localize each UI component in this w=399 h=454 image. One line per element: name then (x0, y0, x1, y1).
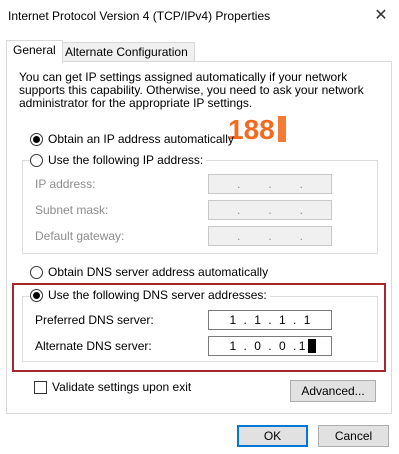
default-gateway-field: ... (208, 226, 332, 246)
validate-settings-label: Validate settings upon exit (52, 380, 192, 394)
obtain-ip-auto-radio[interactable] (30, 132, 43, 146)
description-text: You can get IP settings assigned automat… (19, 70, 364, 110)
watermark-text: 188 (228, 114, 275, 145)
alternate-dns-field[interactable]: 1. 0. 0. 1 (208, 336, 332, 356)
preferred-dns-octet-1: 1 (229, 313, 237, 327)
preferred-dns-octet-2: 1 (254, 313, 261, 327)
obtain-dns-auto-radio[interactable] (30, 265, 43, 279)
use-following-dns-option[interactable]: Use the following DNS server addresses: (30, 288, 270, 302)
subnet-mask-label: Subnet mask: (35, 203, 109, 217)
cancel-button[interactable]: Cancel (318, 425, 389, 447)
close-icon[interactable]: ✕ (369, 4, 393, 26)
ip-address-field: ... (208, 174, 332, 194)
alternate-dns-octet-2: 0 (254, 339, 261, 353)
use-following-dns-radio[interactable] (30, 288, 43, 302)
alternate-dns-octet-4: 1 (298, 339, 306, 353)
validate-settings-option[interactable]: Validate settings upon exit (34, 380, 191, 394)
alternate-dns-octet-3: 0 (279, 339, 286, 353)
preferred-dns-octet-4: 1 (303, 313, 311, 327)
obtain-dns-auto-label: Obtain DNS server address automatically (48, 265, 269, 279)
alternate-dns-octet-1: 1 (229, 339, 237, 353)
tab-general[interactable]: General (6, 40, 63, 63)
ok-button[interactable]: OK (237, 425, 308, 447)
title-bar: Internet Protocol Version 4 (TCP/IPv4) P… (0, 0, 399, 32)
use-following-ip-radio[interactable] (30, 153, 43, 167)
window-title: Internet Protocol Version 4 (TCP/IPv4) P… (8, 9, 271, 23)
preferred-dns-field[interactable]: 1. 1. 1. 1 (208, 310, 332, 330)
obtain-ip-auto-option[interactable]: Obtain an IP address automatically (30, 132, 234, 146)
ip-address-label: IP address: (35, 177, 96, 191)
advanced-button[interactable]: Advanced... (290, 380, 376, 402)
text-caret (308, 339, 317, 353)
default-gateway-label: Default gateway: (35, 229, 125, 243)
validate-settings-checkbox[interactable] (34, 380, 47, 394)
alternate-dns-label: Alternate DNS server: (35, 339, 152, 353)
tab-alternate-configuration[interactable]: Alternate Configuration (58, 42, 195, 62)
watermark-logo: 188 (228, 114, 286, 145)
subnet-mask-field: ... (208, 200, 332, 220)
use-following-ip-label: Use the following IP address: (48, 153, 204, 167)
obtain-ip-auto-label: Obtain an IP address automatically (48, 132, 234, 146)
use-following-ip-option[interactable]: Use the following IP address: (30, 153, 207, 167)
use-following-dns-label: Use the following DNS server addresses: (48, 288, 267, 302)
preferred-dns-octet-3: 1 (279, 313, 286, 327)
preferred-dns-label: Preferred DNS server: (35, 313, 154, 327)
obtain-dns-auto-option[interactable]: Obtain DNS server address automatically (30, 265, 268, 279)
